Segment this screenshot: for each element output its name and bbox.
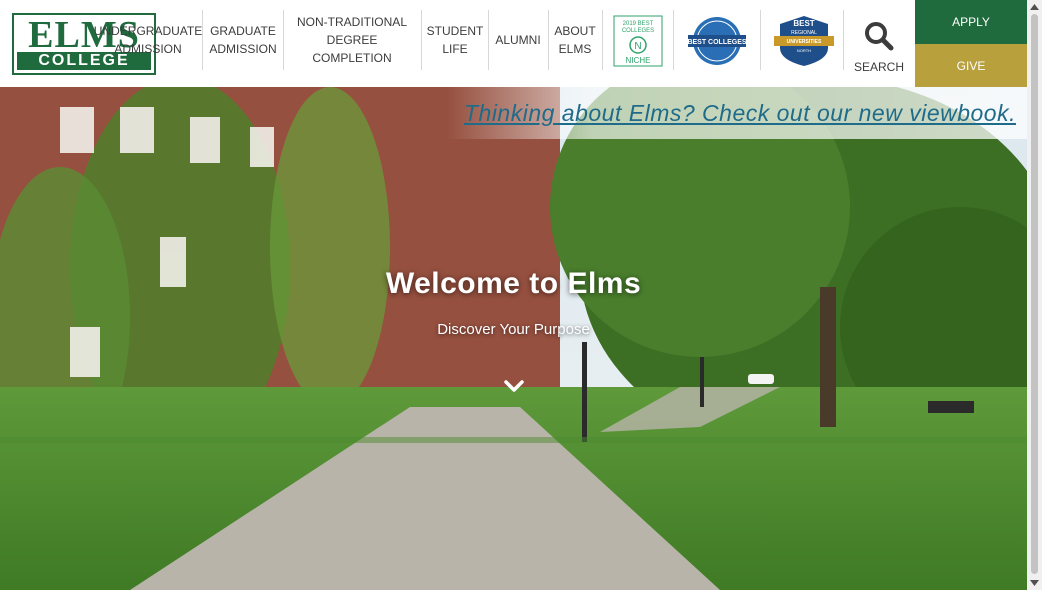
- badge-line: UNIVERSITIES: [787, 39, 822, 45]
- search-label: SEARCH: [853, 60, 904, 74]
- nav-divider: [421, 10, 422, 70]
- nav-degree-completion[interactable]: NON-TRADITIONAL DEGREE COMPLETION: [287, 10, 417, 70]
- nav-divider: [843, 10, 844, 70]
- search-icon: [865, 22, 894, 51]
- nav-about-elms[interactable]: ABOUT ELMS: [551, 10, 599, 70]
- nav-divider: [673, 10, 674, 70]
- scroll-down-arrow-icon[interactable]: [1027, 576, 1042, 590]
- badge-line: NICHE: [626, 56, 651, 65]
- us-news-best-regional-badge[interactable]: BEST REGIONAL UNIVERSITIES NORTH: [774, 14, 834, 68]
- search-button[interactable]: SEARCH: [846, 18, 912, 78]
- us-news-best-colleges-badge[interactable]: BEST COLLEGES: [686, 15, 748, 67]
- site-header: ELMS COLLEGE UNDERGRADUATE ADMISSION GRA…: [0, 0, 1027, 87]
- give-button[interactable]: GIVE: [915, 44, 1027, 87]
- chevron-down-icon[interactable]: [504, 379, 524, 393]
- scroll-up-arrow-icon[interactable]: [1027, 0, 1042, 14]
- nav-student-life[interactable]: STUDENT LIFE: [425, 10, 485, 70]
- badge-line: BEST COLLEGES: [687, 39, 746, 46]
- badge-line: REGIONAL: [791, 30, 817, 36]
- apply-button[interactable]: APPLY: [915, 0, 1027, 44]
- nav-graduate-admission[interactable]: GRADUATE ADMISSION: [205, 10, 281, 70]
- svg-text:N: N: [634, 41, 641, 52]
- nav-label: ALUMNI: [495, 33, 541, 47]
- nav-label: UNDERGRADUATE ADMISSION: [93, 24, 203, 56]
- hero-subtitle: Discover Your Purpose: [437, 321, 590, 338]
- campus-photo: [0, 87, 1027, 590]
- nav-divider: [488, 10, 489, 70]
- hero-banner: Thinking about Elms? Check out our new v…: [0, 87, 1027, 590]
- nav-divider: [283, 10, 284, 70]
- badge-line: BEST: [793, 19, 814, 28]
- badge-line: NORTH: [797, 48, 811, 53]
- nav-undergraduate-admission[interactable]: UNDERGRADUATE ADMISSION: [94, 10, 202, 70]
- nav-label: STUDENT LIFE: [426, 24, 484, 56]
- scrollbar-thumb[interactable]: [1031, 14, 1038, 574]
- badge-line: 2019 BEST: [623, 21, 654, 27]
- nav-divider: [602, 10, 603, 70]
- nav-alumni[interactable]: ALUMNI: [491, 10, 545, 70]
- nav-divider: [202, 10, 203, 70]
- nav-label: ABOUT ELMS: [554, 24, 596, 56]
- badge-line: COLLEGES: [622, 28, 654, 34]
- nav-divider: [760, 10, 761, 70]
- hero-title: Welcome to Elms: [385, 267, 642, 300]
- nav-label: NON-TRADITIONAL DEGREE COMPLETION: [296, 15, 407, 65]
- nav-divider: [548, 10, 549, 70]
- nav-label: GRADUATE ADMISSION: [209, 24, 277, 56]
- viewbook-link[interactable]: Thinking about Elms? Check out our new v…: [464, 100, 1016, 127]
- niche-best-colleges-badge[interactable]: 2019 BEST COLLEGES N NICHE: [612, 15, 664, 67]
